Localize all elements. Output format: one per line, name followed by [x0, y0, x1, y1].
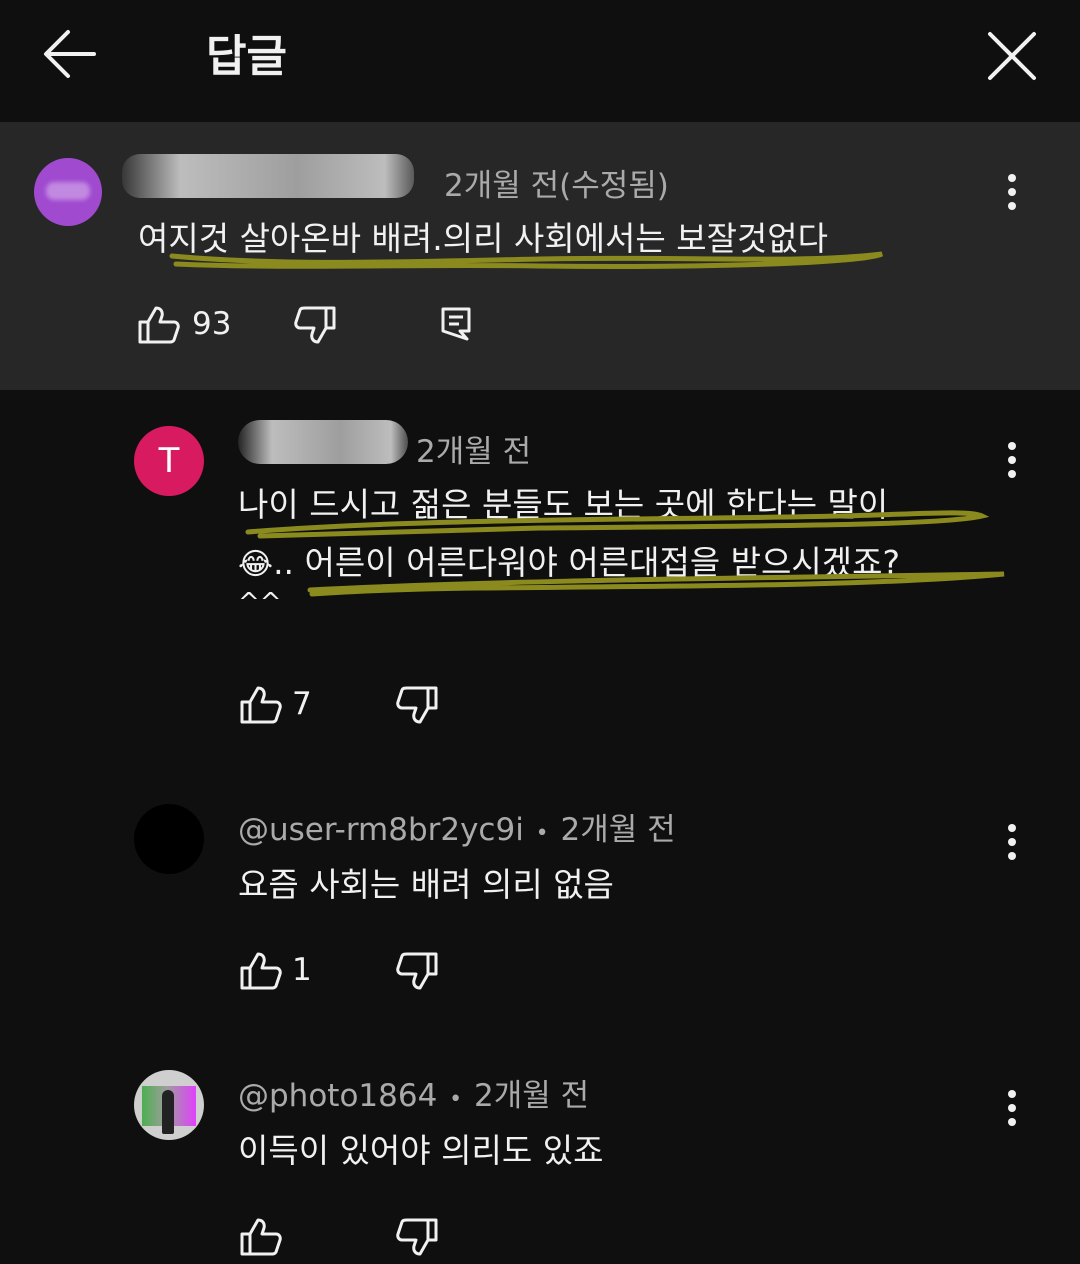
redacted-author	[238, 420, 408, 464]
avatar-blur	[46, 182, 90, 200]
reply-button[interactable]	[440, 306, 472, 342]
thumb-down-icon	[396, 1218, 438, 1256]
more-options-button[interactable]	[1006, 172, 1018, 212]
more-options-button[interactable]	[1006, 822, 1018, 862]
avatar[interactable]	[134, 804, 204, 874]
dislike-button[interactable]	[396, 952, 440, 992]
highlight-underline	[245, 510, 1005, 597]
like-button[interactable]: 93	[136, 304, 236, 348]
comment-time: 2개월 전	[416, 434, 532, 470]
comment-time: 2개월 전	[560, 812, 676, 848]
like-button[interactable]	[238, 1216, 282, 1256]
avatar[interactable]: T	[134, 426, 204, 496]
separator-dot: •	[535, 821, 549, 846]
like-count: 93	[192, 306, 232, 342]
comment-author[interactable]: @photo1864	[238, 1078, 437, 1114]
avatar[interactable]	[34, 158, 102, 226]
kebab-icon	[1008, 442, 1016, 478]
comment-text: 이득이 있어야 의리도 있죠	[238, 1131, 604, 1170]
kebab-icon	[1008, 174, 1016, 210]
dislike-button[interactable]	[294, 306, 338, 346]
like-button[interactable]: 1	[238, 950, 318, 994]
like-count: 7	[292, 686, 312, 722]
highlight-underline	[169, 251, 884, 269]
comment-time: 2개월 전(수정됨)	[444, 168, 669, 204]
like-count: 1	[292, 952, 312, 988]
arrow-left-icon	[44, 30, 96, 78]
back-button[interactable]	[40, 26, 100, 82]
comment-header: @photo1864 • 2개월 전	[238, 1070, 589, 1115]
top-bar: 답글	[0, 0, 1080, 122]
like-button[interactable]: 7	[238, 684, 318, 728]
comment-author[interactable]: @user-rm8br2yc9i	[238, 812, 524, 848]
more-options-button[interactable]	[1006, 1088, 1018, 1128]
avatar-letter: T	[158, 441, 180, 481]
comment-text: 요즘 사회는 배려 의리 없음	[238, 865, 614, 904]
more-options-button[interactable]	[1006, 440, 1018, 480]
avatar[interactable]	[134, 1070, 204, 1140]
reply-comment: T 2개월 전 나이 드시고 젊은 분들도 보는 곳에 한다는 말이 😂.. 어…	[0, 390, 1080, 770]
kebab-icon	[1008, 824, 1016, 860]
parent-comment: 2개월 전(수정됨) 여지것 살아온바 배려.의리 사회에서는 보잘것없다 93	[0, 122, 1080, 390]
thumb-up-icon	[240, 952, 282, 990]
close-button[interactable]	[984, 28, 1040, 84]
page-title: 답글	[206, 31, 287, 82]
reply-comment: @user-rm8br2yc9i • 2개월 전 요즘 사회는 배려 의리 없음…	[0, 770, 1080, 1036]
comment-icon	[441, 307, 471, 341]
avatar-photo-figure	[162, 1090, 174, 1134]
comment-time: 2개월 전	[474, 1078, 590, 1114]
comment-header: @user-rm8br2yc9i • 2개월 전	[238, 804, 676, 849]
thumb-down-icon	[294, 306, 336, 344]
thumb-down-icon	[396, 952, 438, 990]
dislike-button[interactable]	[396, 1218, 440, 1258]
separator-dot: •	[449, 1087, 463, 1112]
reply-comment: @photo1864 • 2개월 전 이득이 있어야 의리도 있죠	[0, 1036, 1080, 1264]
redacted-author	[122, 154, 414, 198]
thumb-up-icon	[138, 306, 180, 344]
thumb-up-icon	[240, 686, 282, 724]
close-icon	[988, 32, 1036, 80]
thumb-up-icon	[240, 1218, 282, 1256]
thumb-down-icon	[396, 686, 438, 724]
kebab-icon	[1008, 1090, 1016, 1126]
dislike-button[interactable]	[396, 686, 440, 726]
